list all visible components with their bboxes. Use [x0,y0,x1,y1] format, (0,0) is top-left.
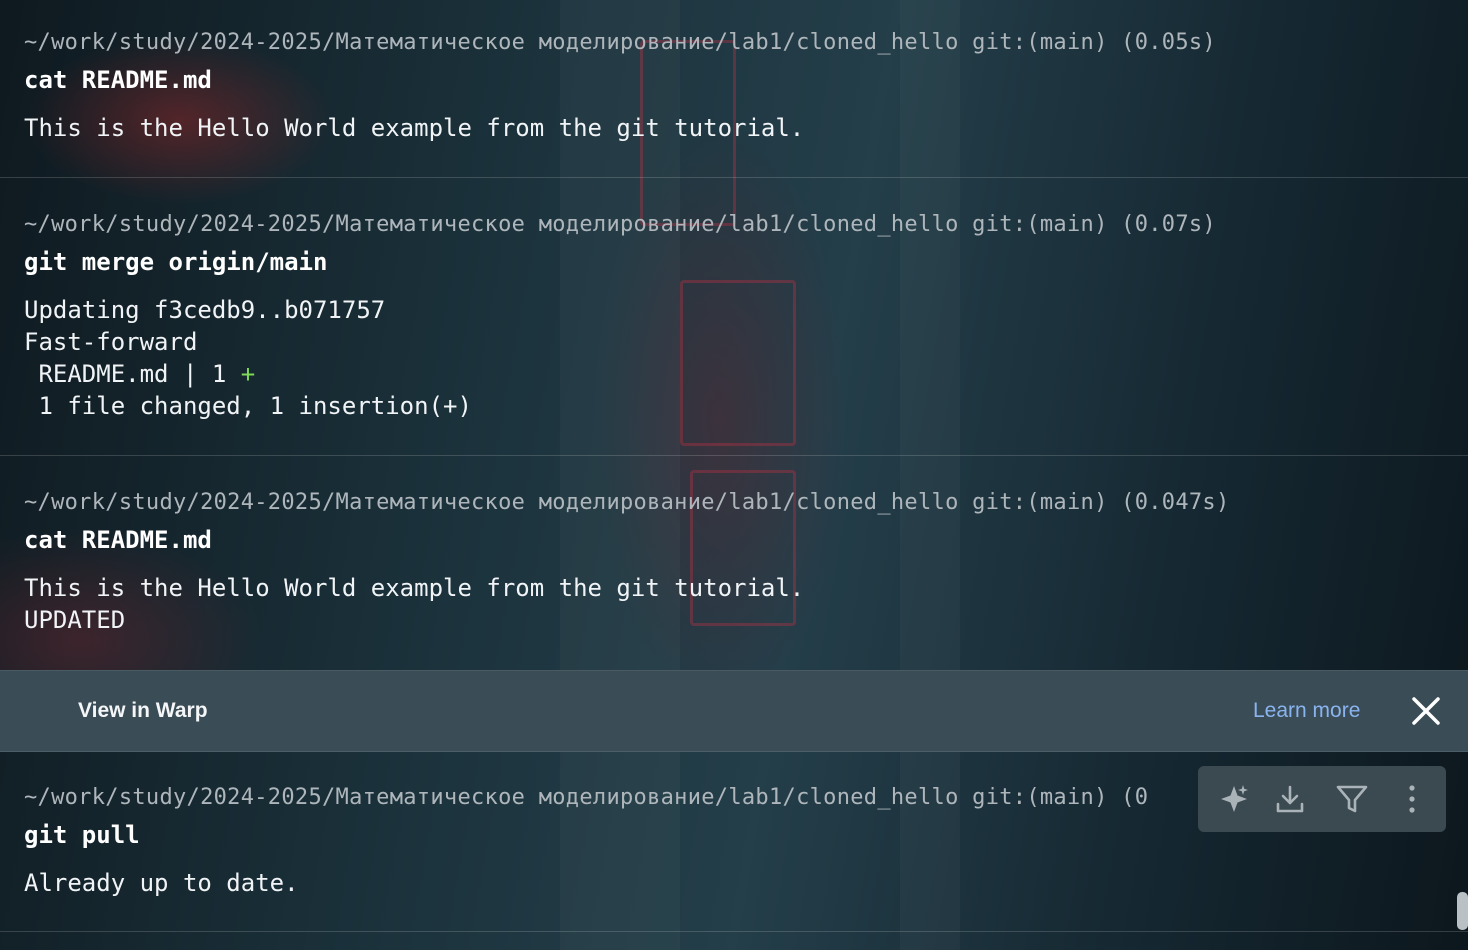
filter-button[interactable] [1333,780,1371,818]
filter-icon [1336,785,1368,813]
output-line: README.md | 1 + [24,358,255,390]
banner-title: View in Warp [78,699,208,722]
close-icon [1412,697,1440,725]
sparkle-icon [1221,785,1248,812]
command-text: git merge origin/main [24,248,328,276]
prompt-line: ~/work/study/2024-2025/Математическое мо… [24,30,1216,55]
output-line: Updating f3cedb9..b071757 [24,296,386,324]
scrollbar-thumb[interactable] [1457,892,1468,930]
output-line: 1 file changed, 1 insertion(+) [24,392,472,420]
more-vertical-icon [1409,785,1415,813]
terminal-block[interactable]: ~/work/study/2024-2025/Математическое мо… [0,178,1468,456]
output-line: Already up to date. [24,869,299,897]
prompt-line: ~/work/study/2024-2025/Математическое мо… [24,785,1149,810]
command-text: cat README.md [24,66,212,94]
terminal-block[interactable]: ~/work/study/2024-2025/Математическое мо… [0,0,1468,178]
download-icon [1276,785,1304,813]
learn-more-link[interactable]: Learn more [1253,699,1360,723]
terminal-block[interactable]: ~/work/study/2024-2025/Математическое мо… [0,456,1468,670]
output-line: This is the Hello World example from the… [24,574,805,602]
more-options-button[interactable] [1393,780,1431,818]
command-text: git pull [24,821,140,849]
ai-assist-button[interactable] [1215,780,1253,818]
diff-stat-text: README.md | 1 [24,360,241,388]
download-button[interactable] [1271,780,1309,818]
command-text: cat README.md [24,526,212,554]
prompt-line: ~/work/study/2024-2025/Математическое мо… [24,490,1230,515]
output-line: This is the Hello World example from the… [24,114,805,142]
output-line: UPDATED [24,606,126,634]
view-in-warp-banner: View in Warp Learn more [0,670,1468,752]
close-button[interactable] [1408,693,1444,729]
diff-plus-marker: + [240,360,256,388]
output-line: Fast-forward [24,328,198,356]
prompt-line: ~/work/study/2024-2025/Математическое мо… [24,212,1216,237]
block-toolbar [1198,766,1446,832]
